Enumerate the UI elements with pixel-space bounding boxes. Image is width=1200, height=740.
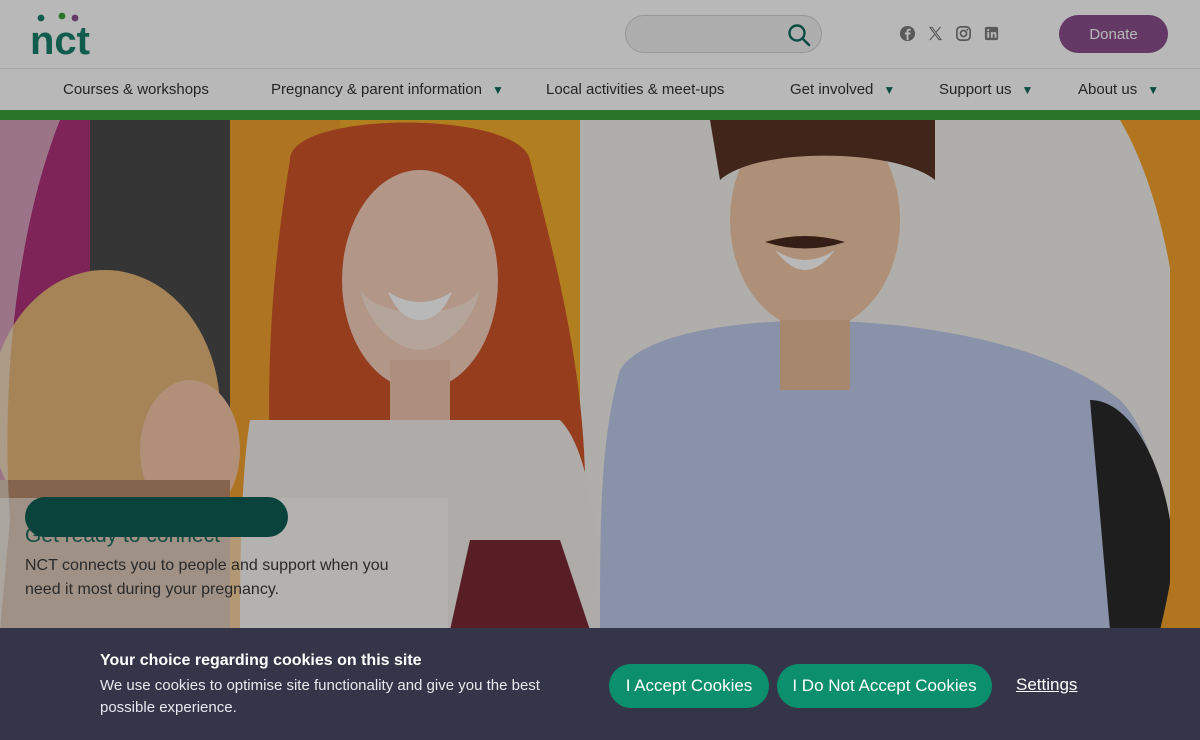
- linkedin-icon[interactable]: [983, 25, 1000, 42]
- facebook-icon[interactable]: [899, 25, 916, 42]
- main-nav: Courses & workshops Pregnancy & parent i…: [0, 68, 1200, 110]
- nav-item-label: Support us: [939, 81, 1012, 98]
- hero-cta-button[interactable]: [25, 497, 288, 537]
- reject-cookies-button[interactable]: I Do Not Accept Cookies: [777, 664, 992, 708]
- nav-item-label: Local activities & meet-ups: [546, 81, 725, 98]
- caret-down-icon: ▼: [1147, 83, 1160, 97]
- donate-button[interactable]: Donate: [1059, 15, 1168, 53]
- cookie-description: We use cookies to optimise site function…: [100, 677, 540, 716]
- nav-item-label: Courses & workshops: [63, 81, 209, 98]
- search-icon[interactable]: [787, 23, 811, 47]
- search-box: [625, 15, 822, 53]
- nav-item-courses[interactable]: Courses & workshops: [63, 81, 209, 98]
- nav-item-get-involved[interactable]: Get involved ▼: [790, 81, 895, 98]
- nav-divider: [0, 110, 1200, 120]
- nav-item-label: About us: [1078, 81, 1138, 98]
- nav-item-about-us[interactable]: About us ▼: [1078, 81, 1159, 98]
- cookie-title: Your choice regarding cookies on this si…: [100, 652, 422, 669]
- nav-item-pregnancy[interactable]: Pregnancy & parent information ▼: [271, 81, 504, 98]
- cookie-banner: Your choice regarding cookies on this si…: [0, 628, 1200, 740]
- search-input[interactable]: [640, 24, 780, 46]
- nav-item-local-activities[interactable]: Local activities & meet-ups: [546, 81, 724, 98]
- svg-text:nct: nct: [30, 19, 90, 58]
- hero-description: NCT connects you to people and support w…: [25, 557, 389, 598]
- caret-down-icon: ▼: [883, 83, 896, 97]
- nav-item-label: Pregnancy & parent information: [271, 81, 482, 98]
- site-header: nct Donate: [0, 0, 1200, 68]
- caret-down-icon: ▼: [1021, 83, 1034, 97]
- cookie-settings-link[interactable]: Settings: [1016, 675, 1077, 695]
- caret-down-icon: ▼: [491, 83, 504, 97]
- social-links: [899, 25, 1000, 43]
- instagram-icon[interactable]: [955, 25, 972, 42]
- hero-banner: Get ready to connect NCT connects you to…: [0, 120, 1200, 630]
- accept-cookies-button[interactable]: I Accept Cookies: [609, 664, 769, 708]
- x-icon[interactable]: [927, 25, 944, 42]
- nav-item-label: Get involved: [790, 81, 874, 98]
- nav-item-support-us[interactable]: Support us ▼: [939, 81, 1033, 98]
- nct-logo[interactable]: nct: [30, 12, 100, 58]
